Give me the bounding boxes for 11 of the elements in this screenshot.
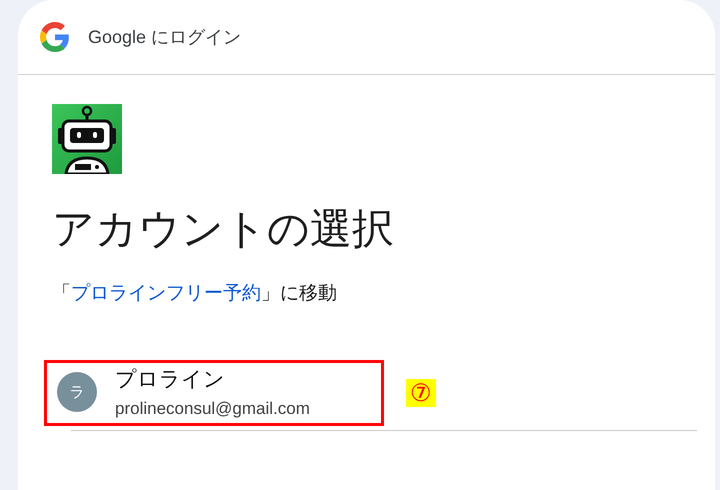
google-logo-icon bbox=[40, 22, 70, 52]
page-heading: アカウントの選択 bbox=[52, 204, 395, 254]
subtitle-text: 「プロラインフリー予約」に移動 bbox=[52, 281, 338, 306]
robot-icon bbox=[52, 104, 122, 174]
account-item[interactable]: ラ プロライン prolineconsul@gmail.com bbox=[44, 360, 384, 426]
account-name: プロライン bbox=[115, 366, 226, 394]
account-email: prolineconsul@gmail.com bbox=[115, 399, 310, 420]
app-name-link[interactable]: プロラインフリー予約 bbox=[71, 282, 261, 304]
avatar-icon: ラ bbox=[57, 372, 97, 412]
step-number-badge: ⑦ bbox=[406, 379, 436, 408]
header-title: Google にログイン bbox=[88, 26, 242, 49]
